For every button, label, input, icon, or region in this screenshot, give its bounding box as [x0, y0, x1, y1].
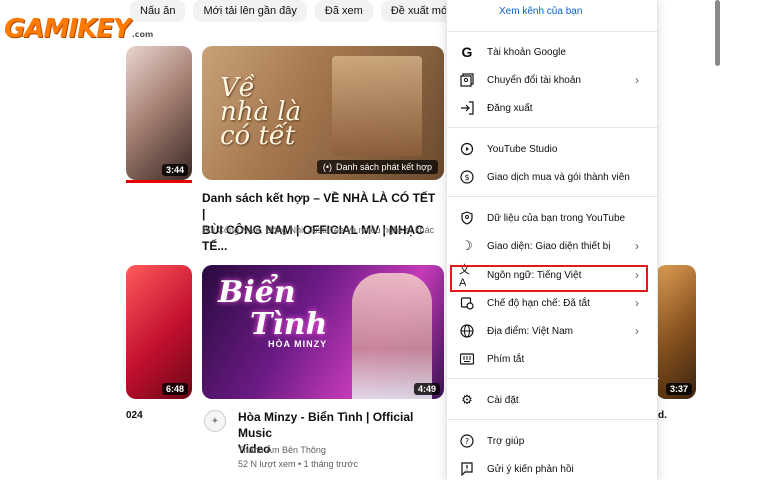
video-thumbnail-bien-tinh[interactable]: Biển Tình HÒA MINZY 4:49 — [202, 265, 444, 399]
chevron-right-icon: › — [635, 324, 639, 338]
keyboard-icon — [459, 351, 475, 367]
partial-video-title[interactable]: d. — [658, 410, 667, 421]
playlist-icon: (•) — [322, 162, 333, 172]
video-thumbnail-left-2[interactable]: 6:48 — [126, 265, 192, 399]
menu-item-settings[interactable]: ⚙ Cài đặt — [447, 389, 659, 411]
menu-item-sign-out[interactable]: Đăng xuất — [447, 97, 659, 119]
menu-item-switch-account[interactable]: Chuyển đổi tài khoản › — [447, 69, 659, 91]
menu-item-label: Đăng xuất — [487, 102, 533, 114]
chip-recently-uploaded[interactable]: Mới tải lên gần đây — [193, 0, 307, 22]
menu-item-label: Chế độ hạn chế: Đã tắt — [487, 297, 590, 309]
menu-item-label: Giao diện: Giao diện thiết bị — [487, 240, 611, 252]
filter-chips: Nấu ăn Mới tải lên gần đây Đã xem Đề xuấ… — [130, 0, 461, 22]
menu-item-appearance[interactable]: ☽ Giao diện: Giao diện thiết bị › — [447, 235, 659, 257]
gear-icon: ⚙ — [461, 392, 473, 407]
google-icon: G — [461, 44, 473, 60]
menu-item-restricted-mode[interactable]: Chế độ hạn chế: Đã tắt › — [447, 292, 659, 314]
scrollbar-thumb[interactable] — [715, 0, 720, 66]
thumbnail-people-image — [332, 56, 422, 156]
studio-icon — [459, 141, 475, 157]
menu-item-your-data[interactable]: Dữ liệu của bạn trong YouTube — [447, 207, 659, 229]
duration-badge: 3:37 — [665, 383, 692, 395]
menu-item-send-feedback[interactable]: Gửi ý kiến phản hồi — [447, 458, 659, 480]
chip-watched[interactable]: Đã xem — [314, 0, 373, 22]
menu-item-help[interactable]: ? Trợ giúp — [447, 430, 659, 452]
menu-item-label: Giao dịch mua và gói thành viên — [487, 171, 630, 183]
menu-divider — [447, 127, 659, 128]
menu-item-label: Chuyển đổi tài khoản — [487, 74, 581, 86]
menu-item-purchases[interactable]: $ Giao dịch mua và gói thành viên — [447, 166, 659, 188]
video-title[interactable]: Danh sách kết hợp – VỀ NHÀ LÀ CÓ TẾT | B… — [202, 190, 438, 254]
duration-badge: 4:49 — [413, 383, 440, 395]
chevron-right-icon: › — [635, 239, 639, 253]
highlight-box — [450, 265, 648, 292]
thumbnail-title-art: Về nhà là có tết — [220, 73, 302, 151]
video-thumbnail-left-1[interactable]: 3:44 — [126, 46, 192, 180]
chip-cooking[interactable]: Nấu ăn — [130, 0, 186, 22]
video-stats: 52 N lượt xem • 1 tháng trước — [238, 459, 359, 469]
view-channel-link[interactable]: Xem kênh của bạn — [499, 6, 582, 17]
dollar-icon: $ — [459, 169, 475, 185]
video-artists: Bùi Công Nam, Đông Nhi, JustaTee và nhiề… — [202, 225, 435, 235]
duration-badge: 3:44 — [161, 164, 188, 176]
chevron-right-icon: › — [635, 296, 639, 310]
account-menu: Xem kênh của bạn G Tài khoản Google Chuy… — [446, 0, 659, 480]
channel-name[interactable]: Thanh Âm Bên Thông — [238, 444, 326, 457]
watch-progress-bar — [126, 180, 192, 183]
restricted-icon — [459, 295, 475, 311]
menu-item-label: Dữ liệu của bạn trong YouTube — [487, 212, 626, 224]
playlist-badge: (•) Danh sách phát kết hợp — [316, 160, 438, 174]
menu-item-label: Địa điểm: Việt Nam — [487, 325, 573, 337]
video-title-line: Hòa Minzy - Biển Tình | Official Music — [238, 410, 414, 440]
menu-item-label: Cài đặt — [487, 394, 519, 406]
video-thumbnail-right-2[interactable]: 3:37 — [656, 265, 696, 399]
duration-badge: 6:48 — [161, 383, 188, 395]
menu-item-label: Tài khoản Google — [487, 46, 566, 58]
menu-item-keyboard-shortcuts[interactable]: Phím tắt — [447, 348, 659, 370]
moon-icon: ☽ — [461, 238, 473, 253]
svg-text:?: ? — [465, 437, 469, 446]
switch-account-icon — [459, 72, 475, 88]
partial-video-title[interactable]: 024 — [126, 410, 143, 421]
menu-divider — [447, 419, 659, 420]
globe-icon — [459, 323, 475, 339]
data-shield-icon — [459, 210, 475, 226]
channel-avatar[interactable]: ✦ — [204, 410, 226, 432]
thumbnail-singer-image — [352, 273, 432, 399]
menu-divider — [447, 378, 659, 379]
feedback-icon — [459, 461, 475, 477]
chevron-right-icon: › — [635, 73, 639, 87]
menu-divider — [447, 196, 659, 197]
playlist-badge-label: Danh sách phát kết hợp — [336, 162, 432, 172]
menu-item-label: YouTube Studio — [487, 143, 558, 155]
menu-item-location[interactable]: Địa điểm: Việt Nam › — [447, 320, 659, 342]
menu-item-google-account[interactable]: G Tài khoản Google — [447, 41, 659, 63]
menu-item-youtube-studio[interactable]: YouTube Studio — [447, 138, 659, 160]
menu-item-label: Trợ giúp — [487, 435, 525, 447]
sign-out-icon — [459, 100, 475, 116]
menu-divider — [447, 31, 659, 32]
help-icon: ? — [459, 433, 475, 449]
thumbnail-title-art: Biển — [218, 275, 296, 310]
svg-text:$: $ — [464, 173, 469, 182]
thumbnail-artist-label: HÒA MINZY — [268, 339, 328, 349]
video-title-line: Danh sách kết hợp – VỀ NHÀ LÀ CÓ TẾT | — [202, 191, 436, 221]
menu-item-label: Phím tắt — [487, 353, 525, 365]
thumbnail-title-art: Tình — [250, 307, 328, 342]
video-thumbnail-ve-nha-la-co-tet[interactable]: Về nhà là có tết (•) Danh sách phát kết … — [202, 46, 444, 180]
menu-item-label: Gửi ý kiến phản hồi — [487, 463, 574, 475]
